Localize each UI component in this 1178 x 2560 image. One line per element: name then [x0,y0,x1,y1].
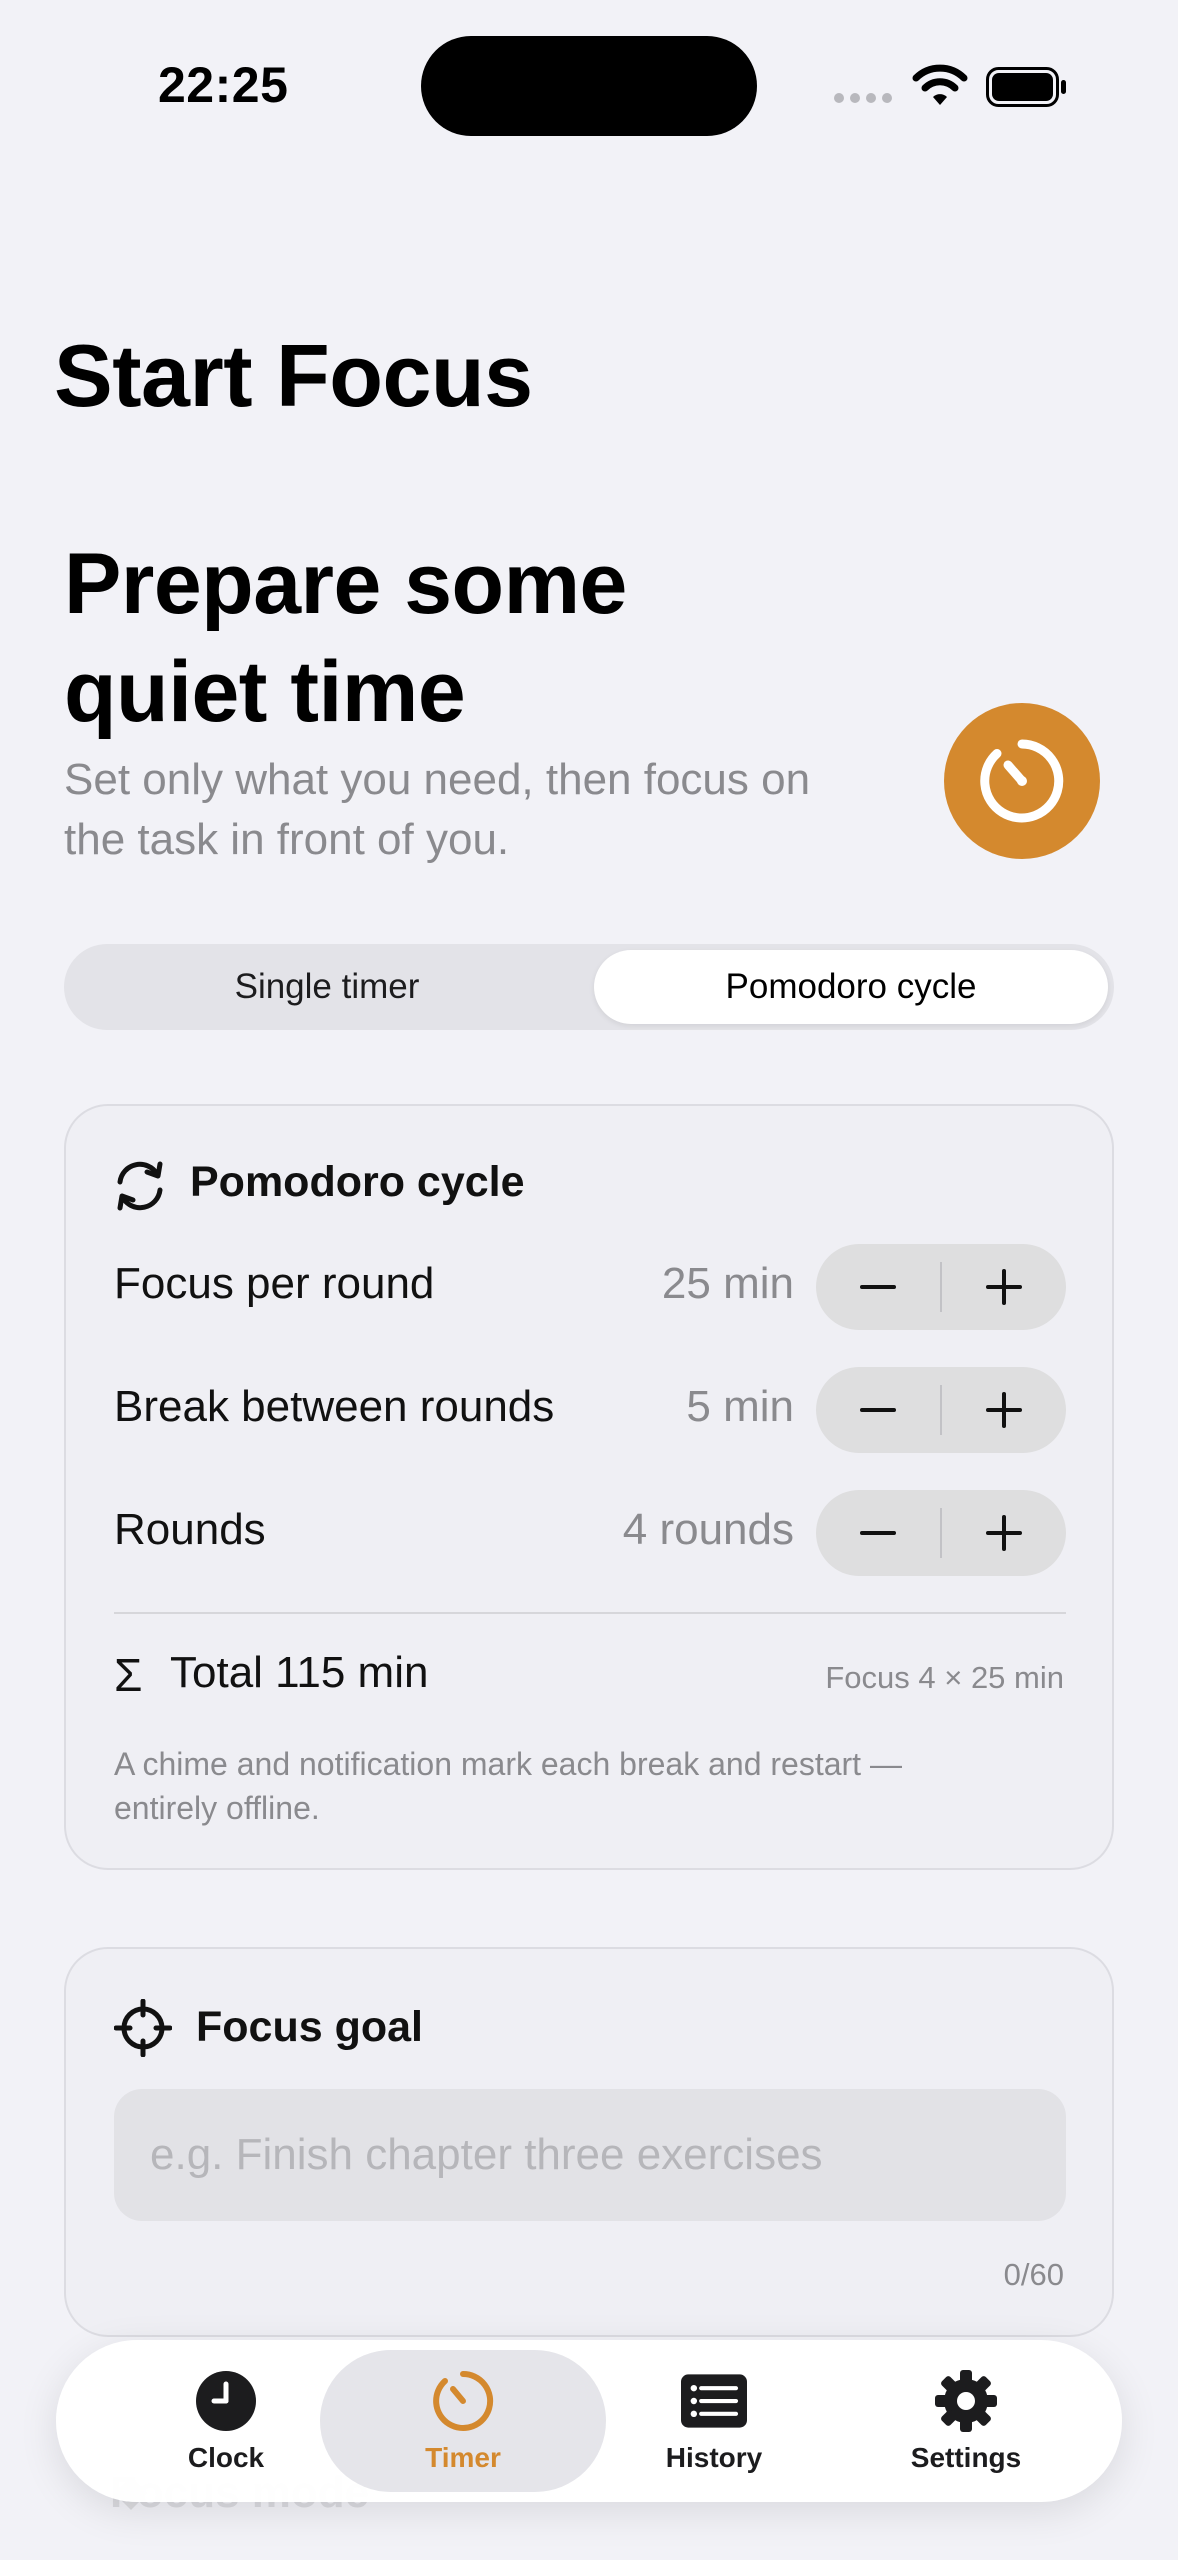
total-duration: Total 115 min [170,1648,429,1697]
hero-timer-badge [944,703,1100,859]
pomodoro-card: Pomodoro cycle Focus per round 25 min Br… [64,1104,1114,1870]
minus-icon [860,1408,896,1412]
wifi-icon [912,64,968,105]
rounds-decrement-button[interactable] [816,1490,940,1576]
clock-icon [196,2371,256,2431]
total-breakdown: Focus 4 × 25 min [825,1660,1064,1695]
timer-icon [980,739,1064,823]
timer-icon [433,2370,494,2431]
focus-per-round-stepper [816,1244,1066,1330]
page-title: Start Focus [54,326,533,425]
plus-icon [986,1392,1022,1428]
tab-bar: Clock Timer History Settings [56,2340,1122,2502]
hero-title: Prepare some quiet time [64,536,627,740]
pomodoro-footnote: A chime and notification mark each break… [114,1746,902,1826]
status-time: 22:25 [158,57,289,113]
focus-goal-card: Focus goal 0/60 [64,1947,1114,2337]
tab-clock[interactable]: Clock [126,2350,326,2492]
segment-pomodoro-cycle[interactable]: Pomodoro cycle [594,950,1108,1024]
tab-history[interactable]: History [614,2350,814,2492]
rounds-value: 4 rounds [622,1505,794,1554]
break-increment-button[interactable] [942,1367,1066,1453]
focus-goal-input[interactable] [114,2089,1066,2221]
focus-goal-title: Focus goal [196,2003,423,2051]
rounds-label: Rounds [114,1505,266,1554]
hero-subtitle: Set only what you need, then focus on th… [64,755,811,864]
plus-icon [986,1515,1022,1551]
minus-icon [860,1531,896,1535]
list-icon [681,2374,747,2428]
tab-timer[interactable]: Timer [320,2350,606,2492]
character-count: 0/60 [1003,2257,1064,2292]
dynamic-island [421,36,757,136]
tab-settings-label: Settings [910,2442,1022,2473]
plus-icon [986,1269,1022,1305]
tab-clock-label: Clock [187,2442,265,2473]
focus-per-round-label: Focus per round [114,1259,435,1308]
gear-icon [935,2370,997,2432]
tab-settings[interactable]: Settings [866,2350,1066,2492]
cellular-signal-icon [834,93,892,103]
cycle-icon [117,1161,163,1211]
break-stepper [816,1367,1066,1453]
minus-icon [860,1285,896,1289]
break-between-rounds-value: 5 min [686,1382,794,1431]
segment-single-timer[interactable]: Single timer [70,950,584,1024]
tab-history-label: History [665,2442,763,2473]
rounds-stepper [816,1490,1066,1576]
mode-segmented-control: Single timer Pomodoro cycle [64,944,1114,1030]
battery-icon [986,67,1066,107]
pomodoro-card-title: Pomodoro cycle [190,1158,525,1206]
focus-increment-button[interactable] [942,1244,1066,1330]
sigma-icon: Σ [114,1649,143,1701]
rounds-increment-button[interactable] [942,1490,1066,1576]
divider [114,1612,1066,1614]
break-between-rounds-label: Break between rounds [114,1382,555,1431]
crosshair-icon [114,1999,172,2057]
tab-timer-label: Timer [425,2442,501,2473]
focus-decrement-button[interactable] [816,1244,940,1330]
break-decrement-button[interactable] [816,1367,940,1453]
focus-per-round-value: 25 min [661,1259,794,1308]
